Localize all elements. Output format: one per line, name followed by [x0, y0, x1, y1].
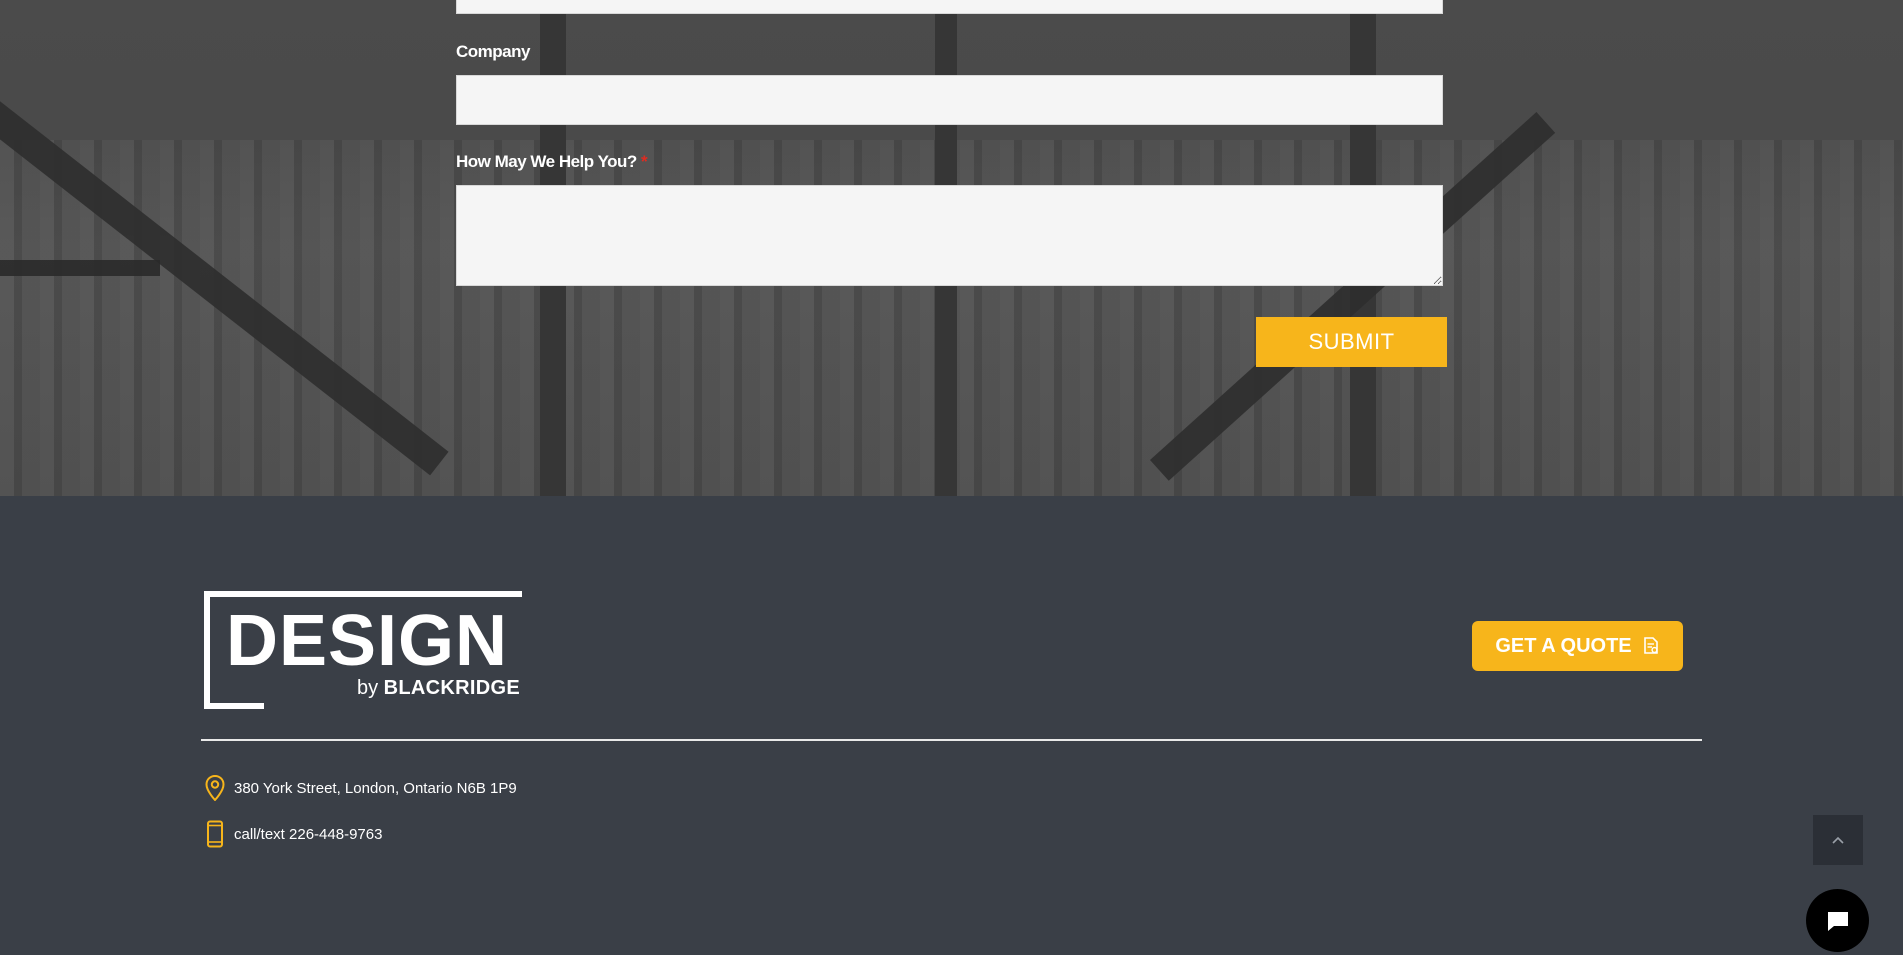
phone-row: call/text 226-448-9763 — [204, 820, 382, 848]
site-footer: DESIGN by BLACKRIDGE GET A QUOTE 380 Yor… — [0, 496, 1903, 955]
logo-wordmark: DESIGN — [226, 601, 509, 681]
map-pin-icon — [204, 774, 226, 802]
previous-field[interactable] — [456, 0, 1443, 14]
mobile-phone-icon — [204, 820, 226, 848]
logo-brand: BLACKRIDGE — [383, 677, 520, 699]
address-text: 380 York Street, London, Ontario N6B 1P9 — [234, 779, 517, 797]
get-a-quote-button[interactable]: GET A QUOTE — [1472, 621, 1683, 671]
phone-text[interactable]: call/text 226-448-9763 — [234, 826, 382, 843]
chevron-up-icon — [1832, 836, 1844, 844]
back-to-top-button[interactable] — [1813, 815, 1863, 865]
get-a-quote-label: GET A QUOTE — [1495, 634, 1632, 657]
quote-document-icon — [1643, 637, 1658, 654]
company-input[interactable] — [456, 75, 1443, 125]
logo-byline: by BLACKRIDGE — [357, 677, 520, 699]
help-label-text: How May We Help You? — [456, 152, 637, 171]
design-by-blackridge-logo[interactable]: DESIGN by BLACKRIDGE — [204, 591, 520, 703]
submit-button[interactable]: SUBMIT — [1256, 317, 1447, 367]
address-row: 380 York Street, London, Ontario N6B 1P9 — [204, 774, 517, 802]
chat-bubble-icon — [1827, 911, 1848, 931]
required-marker: * — [641, 152, 648, 171]
logo-by: by — [356, 677, 379, 699]
company-label: Company — [456, 42, 530, 61]
footer-divider — [201, 739, 1702, 741]
help-textarea[interactable] — [456, 185, 1443, 286]
contact-form-section: Company How May We Help You? * SUBMIT — [0, 0, 1903, 496]
chat-launcher-button[interactable] — [1806, 889, 1869, 952]
rail — [0, 260, 160, 276]
help-label: How May We Help You? * — [456, 152, 648, 172]
